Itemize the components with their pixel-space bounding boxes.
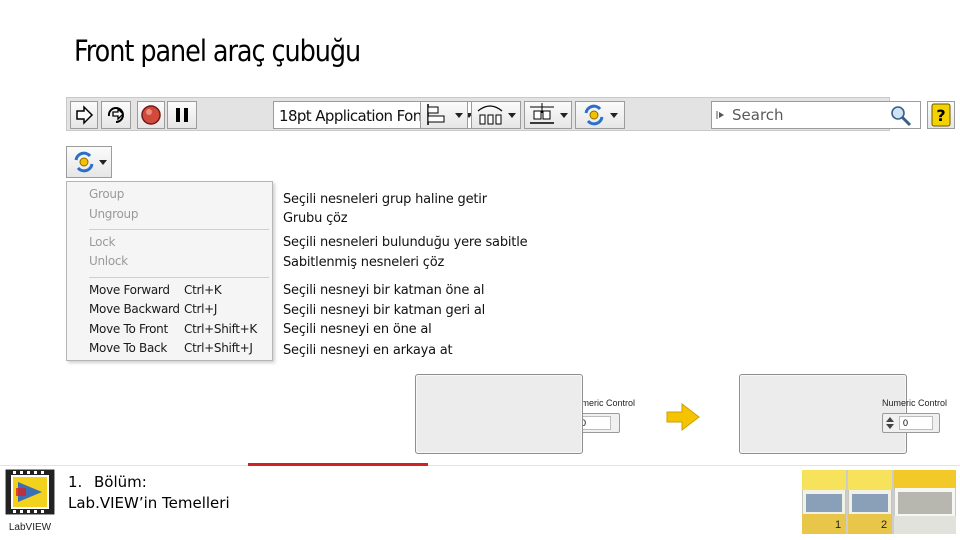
book-number: 1 bbox=[835, 519, 841, 531]
reorder-button[interactable] bbox=[575, 101, 625, 129]
align-objects-button[interactable] bbox=[420, 101, 468, 129]
numeric-control-label-after: Numeric Control bbox=[882, 398, 948, 408]
pause-button[interactable] bbox=[167, 101, 197, 129]
menu-item-label: Ungroup bbox=[89, 207, 139, 221]
decoration-box-front[interactable] bbox=[415, 374, 583, 454]
menu-item-shortcut: Ctrl+K bbox=[184, 283, 222, 297]
description-move-to-front: Seçili nesneyi en öne al bbox=[283, 322, 432, 337]
chapter-number: 1. bbox=[68, 473, 83, 491]
help-button[interactable]: ? bbox=[927, 101, 955, 129]
description-move-forward: Seçili nesneyi bir katman öne al bbox=[283, 283, 485, 298]
run-arrow-icon bbox=[76, 105, 94, 125]
menu-item-shortcut: Ctrl+Shift+J bbox=[184, 341, 253, 355]
abort-icon bbox=[141, 105, 161, 125]
run-continuously-icon bbox=[107, 107, 124, 123]
menu-item-shortcut: Ctrl+Shift+K bbox=[184, 322, 258, 336]
menu-item-label: Move To Front bbox=[89, 322, 168, 336]
reorder-menu-button[interactable] bbox=[66, 146, 112, 178]
menu-item-unlock[interactable]: Unlock bbox=[67, 252, 272, 271]
menu-item-label: Group bbox=[89, 187, 125, 201]
description-lock: Seçili nesneleri bulunduğu yere sabitle bbox=[283, 235, 528, 250]
help-icon: ? bbox=[931, 103, 951, 127]
svg-text:?: ? bbox=[936, 106, 945, 125]
pause-icon bbox=[176, 108, 188, 122]
chevron-down-icon bbox=[98, 159, 107, 165]
align-icon bbox=[427, 104, 445, 125]
menu-item-label: Move Forward bbox=[89, 283, 170, 297]
menu-item-ungroup[interactable]: Ungroup bbox=[67, 205, 272, 224]
menu-separator bbox=[89, 229, 269, 230]
abort-button[interactable] bbox=[137, 101, 165, 129]
menu-item-move-to-back[interactable]: Move To Back Ctrl+Shift+J bbox=[67, 339, 272, 358]
description-move-to-back: Seçili nesneyi en arkaya at bbox=[283, 343, 453, 358]
chapter-subtitle: Lab.VIEW’in Temelleri bbox=[68, 494, 230, 512]
distribute-icon bbox=[477, 105, 503, 125]
reorder-icon bbox=[74, 151, 93, 173]
search-input[interactable] bbox=[732, 106, 882, 124]
front-panel-toolbar: 18pt Application Font ? bbox=[66, 97, 955, 131]
menu-item-move-forward[interactable]: Move Forward Ctrl+K bbox=[67, 281, 272, 300]
run-button[interactable] bbox=[70, 101, 98, 129]
numeric-value[interactable]: 0 bbox=[899, 416, 933, 430]
search-box[interactable] bbox=[711, 101, 921, 129]
menu-item-label: Move Backward bbox=[89, 302, 180, 316]
collapse-arrow-icon[interactable] bbox=[716, 110, 726, 120]
logo-text: LabVIEW bbox=[9, 522, 52, 533]
description-move-backward: Seçili nesneyi bir katman geri al bbox=[283, 303, 486, 318]
numeric-control-after[interactable]: 0 bbox=[882, 413, 940, 433]
distribute-objects-button[interactable] bbox=[471, 101, 521, 129]
description-ungroup: Grubu çöz bbox=[283, 211, 348, 226]
menu-separator bbox=[89, 277, 269, 278]
reorder-menu: Group Ungroup Lock Unlock Move Forward C… bbox=[66, 181, 273, 361]
description-unlock: Sabitlenmiş nesneleri çöz bbox=[283, 255, 445, 270]
font-selector-label: 18pt Application Font bbox=[279, 107, 428, 125]
chapter-title: Bölüm: bbox=[94, 473, 147, 491]
accent-bar bbox=[248, 463, 428, 466]
search-icon[interactable] bbox=[890, 105, 912, 127]
menu-item-lock[interactable]: Lock bbox=[67, 233, 272, 252]
labview-logo: LabVIEW bbox=[5, 469, 55, 533]
chapter-info: 1. Bölüm: Lab.VIEW’in Temelleri bbox=[68, 472, 230, 514]
resize-objects-button[interactable] bbox=[524, 101, 572, 129]
resize-icon bbox=[530, 103, 554, 124]
menu-item-group[interactable]: Group bbox=[67, 185, 272, 204]
menu-item-shortcut: Ctrl+J bbox=[184, 302, 218, 316]
reorder-icon bbox=[584, 104, 604, 126]
arrow-right-icon bbox=[666, 403, 700, 431]
menu-item-label: Move To Back bbox=[89, 341, 167, 355]
footer-divider bbox=[0, 465, 960, 466]
book-covers-image: 1 2 bbox=[802, 470, 956, 534]
description-group: Seçili nesneleri grup haline getir bbox=[283, 192, 487, 207]
menu-item-move-to-front[interactable]: Move To Front Ctrl+Shift+K bbox=[67, 320, 272, 339]
menu-item-move-backward[interactable]: Move Backward Ctrl+J bbox=[67, 300, 272, 319]
slide-title: Front panel araç çubuğu bbox=[74, 34, 361, 68]
menu-item-label: Unlock bbox=[89, 254, 128, 268]
book-number: 2 bbox=[881, 519, 887, 531]
menu-item-label: Lock bbox=[89, 235, 116, 249]
increment-decrement-icon[interactable] bbox=[885, 415, 895, 431]
run-continuously-button[interactable] bbox=[101, 101, 131, 129]
